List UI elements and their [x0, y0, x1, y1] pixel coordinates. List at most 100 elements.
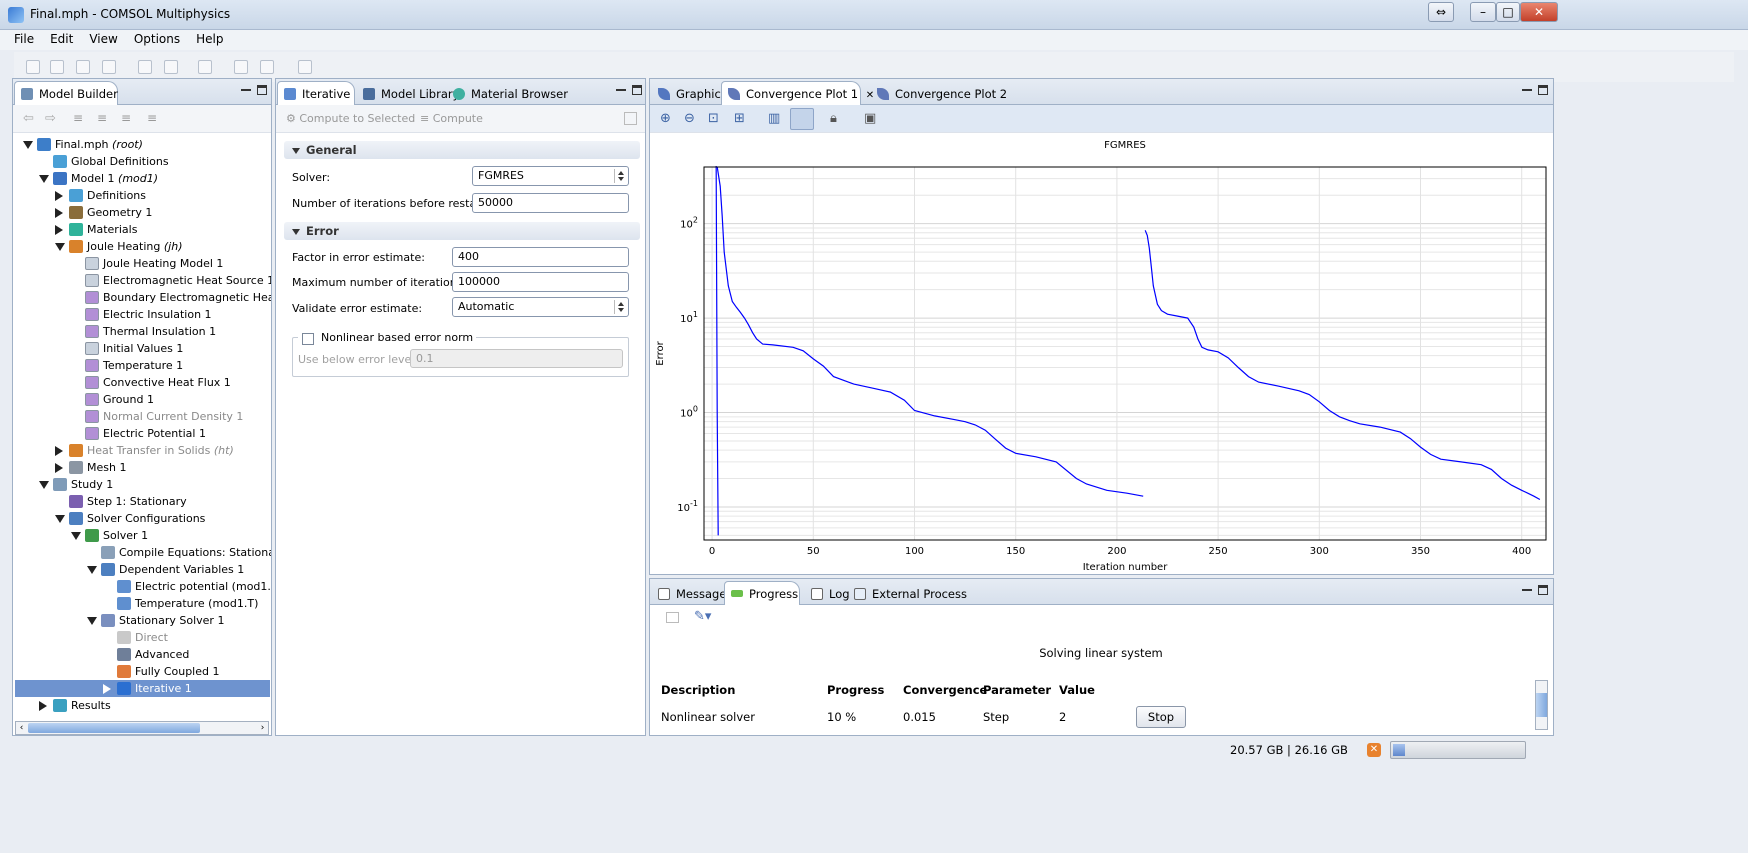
- collapse-icon[interactable]: ≡: [147, 111, 157, 125]
- move-up-icon[interactable]: ≡: [73, 111, 83, 125]
- minimize-icon[interactable]: [241, 85, 251, 91]
- progress-vertical-scrollbar[interactable]: [1535, 680, 1548, 730]
- tree-item[interactable]: Electric potential (mod1.V): [15, 578, 271, 595]
- forward-arrow-icon[interactable]: ⇨: [45, 111, 56, 126]
- nonlinear-checkbox[interactable]: [302, 333, 314, 345]
- tree-item[interactable]: Boundary Electromagnetic Heat So: [15, 289, 271, 306]
- stop-button[interactable]: Stop: [1136, 706, 1186, 728]
- tree-item[interactable]: Step 1: Stationary: [15, 493, 270, 510]
- tab-log[interactable]: Log: [804, 581, 850, 605]
- expanded-triangle-icon[interactable]: [39, 175, 49, 183]
- minimize-icon[interactable]: [616, 85, 626, 91]
- tree-item[interactable]: Compile Equations: Stationary: [15, 544, 271, 561]
- physics-dropdown-icon[interactable]: [298, 60, 312, 74]
- expanded-triangle-icon[interactable]: [87, 617, 97, 625]
- maximize-icon[interactable]: [1538, 585, 1548, 595]
- open-file-icon[interactable]: [50, 60, 64, 74]
- tree-item[interactable]: Definitions: [15, 187, 270, 204]
- lock-icon[interactable]: 🔒︎: [830, 111, 837, 126]
- zoom-box-icon[interactable]: ⊡: [708, 111, 719, 126]
- collapsed-triangle-icon[interactable]: [55, 208, 63, 218]
- tree-item[interactable]: Iterative 1: [15, 680, 270, 697]
- tree-item[interactable]: Solver 1: [15, 527, 270, 544]
- expanded-triangle-icon[interactable]: [39, 481, 49, 489]
- validate-select[interactable]: Automatic: [452, 297, 629, 317]
- expanded-triangle-icon[interactable]: [55, 243, 65, 251]
- minimize-icon[interactable]: [1522, 85, 1532, 91]
- collapsed-triangle-icon[interactable]: [55, 446, 63, 456]
- help-icon[interactable]: [234, 60, 248, 74]
- restore-down-icon[interactable]: ⇔: [1428, 2, 1454, 22]
- grid-toggle-icon[interactable]: [790, 108, 814, 130]
- menu-view[interactable]: View: [81, 30, 125, 48]
- solver-select[interactable]: FGMRES: [472, 166, 629, 186]
- maximize-icon[interactable]: [632, 85, 642, 95]
- tree-item[interactable]: Joule Heating (jh): [15, 238, 270, 255]
- options-dropdown-icon[interactable]: ✎▾: [694, 609, 711, 624]
- menu-options[interactable]: Options: [126, 30, 188, 48]
- tree-item[interactable]: Geometry 1: [15, 204, 270, 221]
- tab-messages[interactable]: Messages: [651, 581, 732, 605]
- compute-button[interactable]: ≡ Compute: [420, 112, 483, 125]
- dock-icon[interactable]: [624, 112, 637, 125]
- tree-item[interactable]: Global Definitions: [15, 153, 270, 170]
- collapsed-triangle-icon[interactable]: [55, 463, 63, 473]
- context-help-icon[interactable]: [260, 60, 274, 74]
- tree-item[interactable]: Study 1: [15, 476, 270, 493]
- tree-item[interactable]: Stationary Solver 1: [15, 612, 270, 629]
- redo-icon[interactable]: [164, 60, 178, 74]
- maximize-icon[interactable]: [1538, 85, 1548, 95]
- scroll-thumb[interactable]: [28, 723, 200, 733]
- save-icon[interactable]: [76, 60, 90, 74]
- menu-edit[interactable]: Edit: [42, 30, 81, 48]
- expanded-triangle-icon[interactable]: [23, 141, 33, 149]
- scroll-right-icon[interactable]: ›: [257, 722, 268, 734]
- tab-convergence-plot-2[interactable]: Convergence Plot 2: [870, 81, 1007, 105]
- axis-settings-icon[interactable]: ▥: [768, 111, 780, 126]
- tree-item[interactable]: Electric Insulation 1: [15, 306, 270, 323]
- scroll-left-icon[interactable]: ‹: [16, 722, 27, 734]
- tree-item[interactable]: Model 1 (mod1): [15, 170, 270, 187]
- factor-input[interactable]: 400: [452, 247, 629, 267]
- tree-item[interactable]: Joule Heating Model 1: [15, 255, 270, 272]
- undo-icon[interactable]: [138, 60, 152, 74]
- tree-item[interactable]: Convective Heat Flux 1: [15, 374, 270, 391]
- move-down-icon[interactable]: ≡: [97, 111, 107, 125]
- tree-item[interactable]: Final.mph (root): [15, 136, 270, 153]
- tab-graphics[interactable]: Graphics: [651, 81, 727, 105]
- tree-item[interactable]: Heat Transfer in Solids (ht): [15, 442, 270, 459]
- tree-item[interactable]: Ground 1: [15, 391, 270, 408]
- print-icon[interactable]: [102, 60, 116, 74]
- maximize-icon[interactable]: [257, 85, 267, 95]
- refresh-icon[interactable]: [198, 60, 212, 74]
- expanded-triangle-icon[interactable]: [55, 515, 65, 523]
- collapsed-triangle-icon[interactable]: [55, 225, 63, 235]
- zoom-out-icon[interactable]: ⊖: [684, 111, 695, 126]
- tree-item[interactable]: Fully Coupled 1: [15, 663, 270, 680]
- expand-icon[interactable]: ≡: [121, 111, 131, 125]
- tree-item[interactable]: Initial Values 1: [15, 340, 270, 357]
- tree-item[interactable]: Electric Potential 1: [15, 425, 270, 442]
- tree-item[interactable]: Advanced: [15, 646, 270, 663]
- maxiter-input[interactable]: 100000: [452, 272, 629, 292]
- tree-item[interactable]: Temperature (mod1.T): [15, 595, 270, 612]
- tab-material-browser[interactable]: Material Browser: [446, 81, 568, 105]
- close-button[interactable]: ✕: [1520, 2, 1558, 22]
- tab-progress[interactable]: Progress: [724, 581, 800, 605]
- tree-item[interactable]: Thermal Insulation 1: [15, 323, 270, 340]
- cancel-icon[interactable]: ✕: [1367, 743, 1381, 757]
- expanded-triangle-icon[interactable]: [71, 532, 81, 540]
- minimize-icon[interactable]: [1522, 585, 1532, 591]
- tree-horizontal-scrollbar[interactable]: ‹ ›: [15, 721, 269, 735]
- zoom-extents-icon[interactable]: ⊞: [734, 111, 745, 126]
- expanded-triangle-icon[interactable]: [87, 566, 97, 574]
- tree-item[interactable]: Temperature 1: [15, 357, 270, 374]
- minimize-button[interactable]: –: [1470, 2, 1496, 22]
- collapsed-triangle-icon[interactable]: [103, 684, 111, 694]
- clear-icon[interactable]: [666, 612, 679, 623]
- tab-external-process[interactable]: External Process: [847, 581, 967, 605]
- restart-input[interactable]: 50000: [472, 193, 629, 213]
- collapsed-triangle-icon[interactable]: [55, 191, 63, 201]
- tree-item[interactable]: Electromagnetic Heat Source 1: [15, 272, 271, 289]
- tree-item[interactable]: Normal Current Density 1: [15, 408, 270, 425]
